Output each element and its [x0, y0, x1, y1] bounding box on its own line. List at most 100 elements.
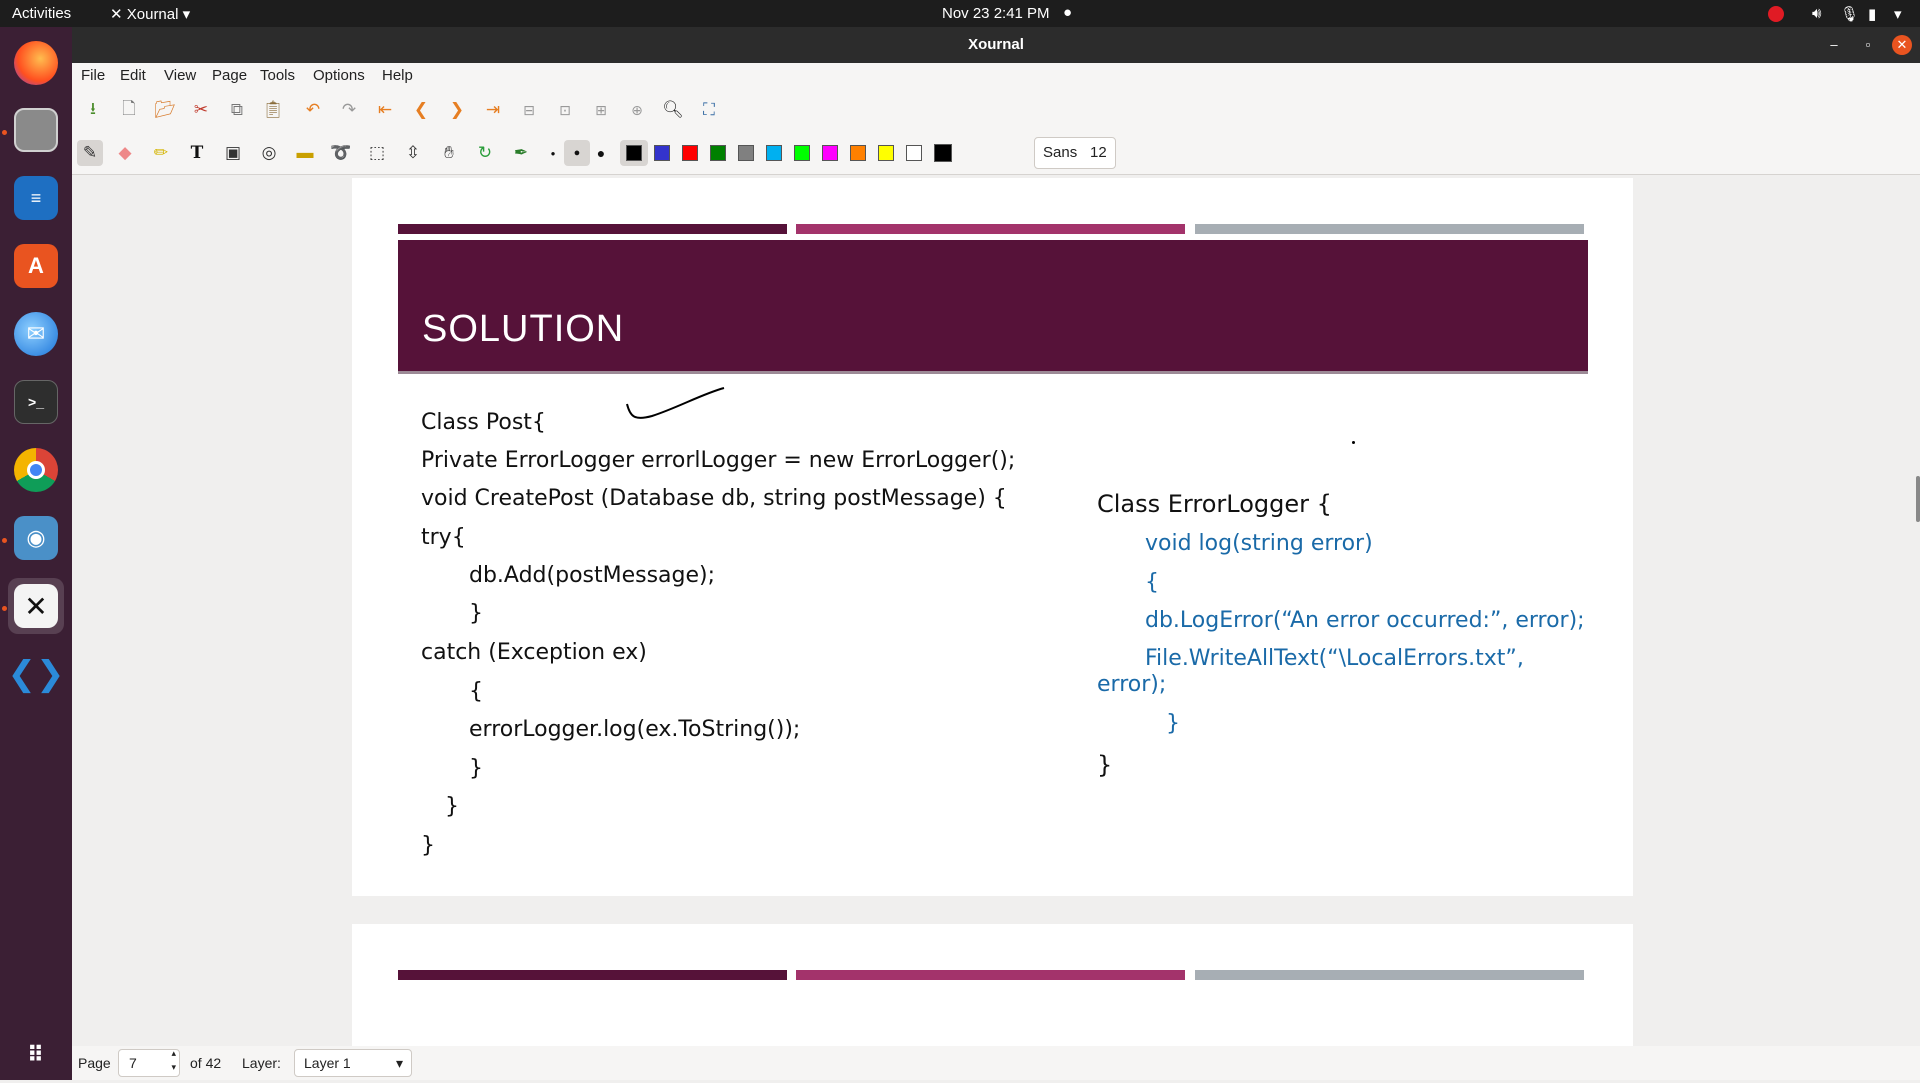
- default-tool-icon[interactable]: ↻: [472, 140, 498, 166]
- color-swatch-gray[interactable]: [738, 145, 754, 161]
- dock-files[interactable]: [8, 102, 64, 158]
- layer-value: Layer 1: [304, 1055, 351, 1071]
- color-swatch-green[interactable]: [710, 145, 726, 161]
- lasso-select-icon[interactable]: ➰: [328, 140, 354, 166]
- eraser-icon[interactable]: ◆: [112, 140, 138, 166]
- code-line: }: [445, 794, 459, 819]
- previous-page-icon[interactable]: ❮: [408, 97, 434, 123]
- color-swatch-black[interactable]: [626, 145, 642, 161]
- code-line-blue: {: [1145, 570, 1159, 595]
- zoom-fit-icon[interactable]: ⊡: [552, 97, 578, 123]
- dock-xournal[interactable]: ✕: [8, 578, 64, 634]
- color-swatch-lightblue[interactable]: [766, 145, 782, 161]
- layer-label: Layer:: [242, 1055, 281, 1071]
- code-line: {: [469, 679, 483, 704]
- code-line: catch (Exception ex): [421, 640, 647, 665]
- color-swatch-white[interactable]: [906, 145, 922, 161]
- dock-screenshot[interactable]: ◉: [8, 510, 64, 566]
- screenshot-icon: ◉: [14, 516, 58, 560]
- pen-tool-icon[interactable]: ✎: [77, 140, 103, 166]
- open-file-icon[interactable]: 📂︎: [152, 97, 178, 123]
- cut-icon[interactable]: ✂: [188, 97, 214, 123]
- volume-icon[interactable]: 🔊︎: [1812, 5, 1821, 22]
- thick-line-icon[interactable]: ●: [588, 140, 614, 166]
- default-pen-icon[interactable]: ✒: [508, 140, 534, 166]
- save-icon[interactable]: ⭳: [80, 97, 106, 123]
- header-bar-pink: [796, 970, 1185, 980]
- zoom-normal-icon[interactable]: ⊞: [588, 97, 614, 123]
- ruler-icon[interactable]: ▬: [292, 140, 318, 166]
- thin-line-icon[interactable]: ●: [540, 140, 566, 166]
- dock-thunderbird[interactable]: ✉: [8, 306, 64, 362]
- document-canvas[interactable]: SOLUTION Class Post{ Private ErrorLogger…: [72, 176, 1920, 1046]
- image-tool-icon[interactable]: ▣: [220, 140, 246, 166]
- redo-icon[interactable]: ↷: [336, 97, 362, 123]
- new-file-icon[interactable]: 🗋: [116, 97, 142, 123]
- layer-select[interactable]: Layer 1 ▾: [294, 1049, 412, 1077]
- last-page-icon[interactable]: ⇥: [480, 97, 506, 123]
- close-icon[interactable]: ✕: [1892, 35, 1912, 55]
- minimize-icon[interactable]: –: [1824, 35, 1844, 55]
- next-page-icon[interactable]: ❯: [444, 97, 470, 123]
- color-swatch-red[interactable]: [682, 145, 698, 161]
- search-icon[interactable]: 🔍︎: [660, 97, 686, 123]
- dock-software[interactable]: A: [8, 238, 64, 294]
- dock-firefox[interactable]: [8, 35, 64, 91]
- menu-view[interactable]: View: [164, 67, 196, 84]
- zoom-out-icon[interactable]: ⊟: [516, 97, 542, 123]
- header-bar-dark: [398, 224, 787, 234]
- activities-button[interactable]: Activities: [12, 5, 71, 22]
- vertical-space-icon[interactable]: ⇳: [400, 140, 426, 166]
- dock-chrome[interactable]: [8, 442, 64, 498]
- color-swatch-magenta[interactable]: [822, 145, 838, 161]
- first-page-icon[interactable]: ⇤: [372, 97, 398, 123]
- system-menu-chevron-icon[interactable]: ▾: [1894, 5, 1902, 23]
- highlighter-icon[interactable]: ✏: [148, 140, 174, 166]
- code-line: Private ErrorLogger errorlLogger = new E…: [421, 448, 1016, 473]
- app-menu[interactable]: ✕ Xournal ▾: [110, 5, 190, 23]
- undo-icon[interactable]: ↶: [300, 97, 326, 123]
- color-swatch-blue[interactable]: [654, 145, 670, 161]
- copy-icon[interactable]: ⧉: [224, 97, 250, 123]
- menu-tools[interactable]: Tools: [260, 67, 295, 84]
- files-icon: [14, 108, 58, 152]
- class-errorlogger-heading: Class ErrorLogger {: [1097, 490, 1332, 518]
- clock[interactable]: Nov 23 2:41 PM: [942, 5, 1050, 22]
- recording-indicator-icon[interactable]: [1768, 6, 1784, 22]
- color-swatch-yellow[interactable]: [878, 145, 894, 161]
- page-stepper-icon[interactable]: ▴ ▾: [171, 1046, 176, 1074]
- rect-select-icon[interactable]: ⬚: [364, 140, 390, 166]
- shape-recognizer-icon[interactable]: ◎: [256, 140, 282, 166]
- code-line-blue: db.LogError(“An error occurred:”, error)…: [1145, 608, 1585, 633]
- menu-help[interactable]: Help: [382, 67, 413, 84]
- page-total: of 42: [190, 1055, 222, 1071]
- menu-page[interactable]: Page: [212, 67, 247, 84]
- page-8[interactable]: [352, 924, 1633, 1046]
- microphone-icon[interactable]: 🎙︎: [1840, 5, 1859, 23]
- font-button[interactable]: Sans 12: [1034, 137, 1116, 169]
- hand-tool-icon[interactable]: ✋︎: [436, 140, 462, 166]
- menu-edit[interactable]: Edit: [120, 67, 146, 84]
- color-swatch-orange[interactable]: [850, 145, 866, 161]
- color-swatch-lightgreen[interactable]: [794, 145, 810, 161]
- writer-icon: ≡: [14, 176, 58, 220]
- menu-file[interactable]: File: [81, 67, 105, 84]
- battery-icon[interactable]: ▮: [1868, 5, 1876, 23]
- fullscreen-icon[interactable]: ⛶: [696, 97, 722, 123]
- zoom-in-icon[interactable]: ⊕: [624, 97, 650, 123]
- medium-line-icon[interactable]: ●: [564, 140, 590, 166]
- show-applications-button[interactable]: ⠿: [8, 1027, 64, 1083]
- maximize-icon[interactable]: ▫: [1858, 35, 1878, 55]
- text-tool-icon[interactable]: T: [184, 140, 210, 166]
- dock-vscode[interactable]: ❮❯: [8, 646, 65, 702]
- dock-terminal[interactable]: >_: [8, 374, 64, 430]
- page-7[interactable]: SOLUTION Class Post{ Private ErrorLogger…: [352, 178, 1633, 896]
- color-swatch-custom[interactable]: [934, 144, 952, 162]
- dock-writer[interactable]: ≡: [8, 170, 64, 226]
- vertical-scrollbar-thumb[interactable]: [1916, 476, 1920, 522]
- paste-icon[interactable]: 📋︎: [260, 97, 286, 123]
- page-number-input[interactable]: 7 ▴ ▾: [118, 1046, 180, 1077]
- code-line-blue: error);: [1097, 672, 1167, 697]
- menu-options[interactable]: Options: [313, 67, 365, 84]
- window-titlebar[interactable]: Xournal – ▫ ✕: [72, 27, 1920, 63]
